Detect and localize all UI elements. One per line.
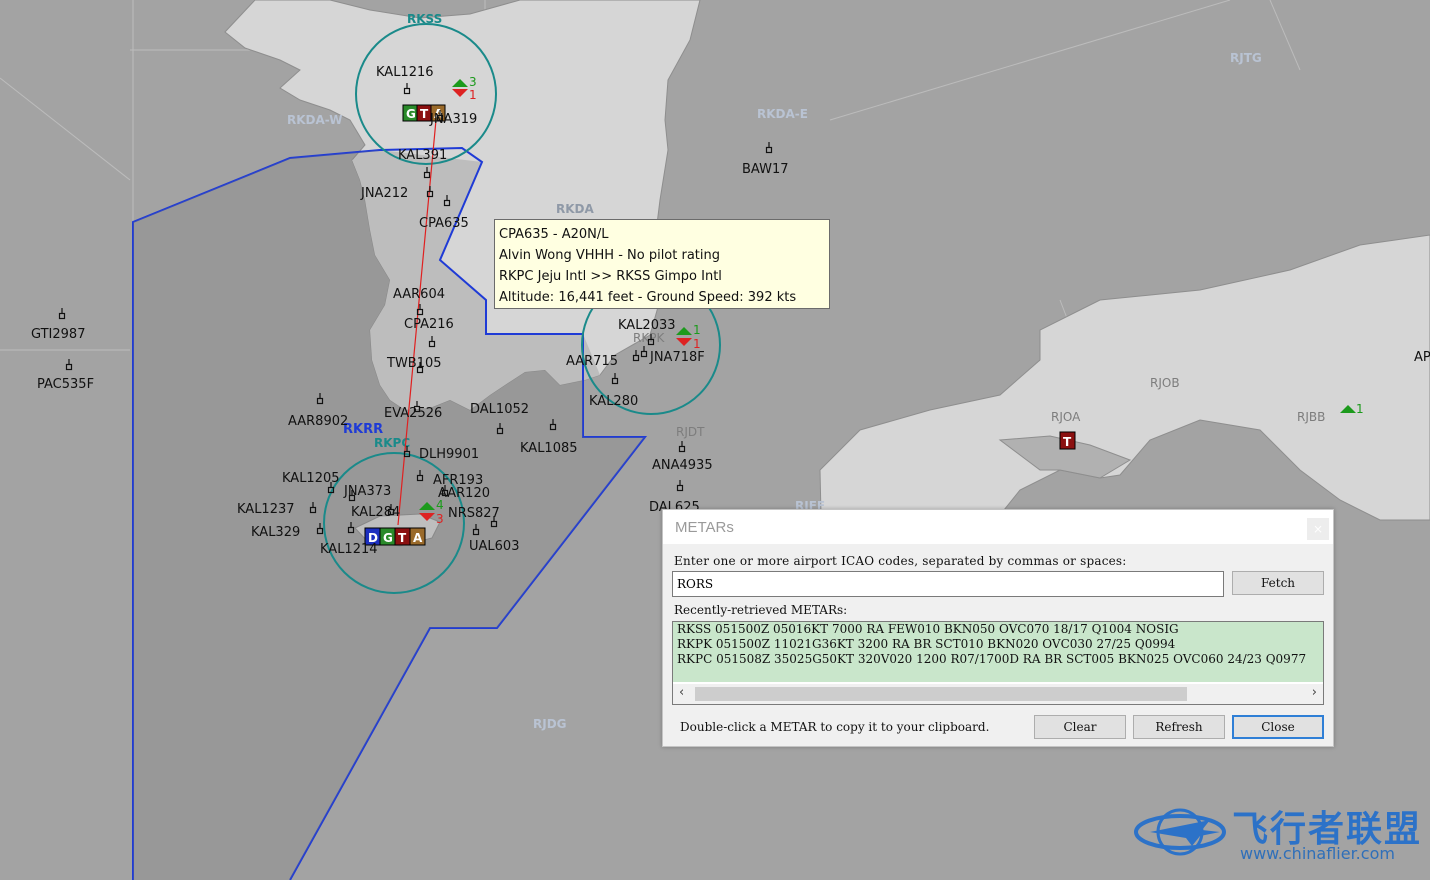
rkss-arrivals-count: 3 [469, 75, 477, 89]
aircraft-callsign[interactable]: KAL1214 [320, 542, 378, 557]
metar-row-rkpk[interactable]: RKPK 051500Z 11021G36KT 3200 RA BR SCT01… [673, 637, 1323, 652]
rjoa-traffic: T [1059, 431, 1076, 450]
aircraft-callsign[interactable]: KAL1216 [376, 65, 434, 80]
aircraft-callsign[interactable]: CPA635 [419, 216, 469, 231]
airport-label-rjob: RJOB [1150, 376, 1180, 390]
aircraft-jna319[interactable]: JNA319 [429, 110, 477, 127]
aircraft-callsign[interactable]: KAL1237 [237, 502, 295, 517]
ground-badge-letter: G [406, 107, 416, 121]
scrollbar-thumb[interactable] [695, 687, 1187, 701]
aircraft-callsign[interactable]: TWB105 [386, 356, 442, 371]
sector-label-rkda-e: RKDA-E [757, 107, 808, 121]
chinaflier-watermark: 飞行者联盟 www.chinaflier.com [1130, 798, 1420, 868]
aircraft-twb105[interactable]: TWB105 [386, 356, 442, 374]
aircraft-callsign[interactable]: KAL329 [251, 525, 300, 540]
aircraft-callsign[interactable]: KAL2033 [618, 318, 676, 333]
airport-label-rjoa: RJOA [1051, 410, 1081, 424]
aircraft-callsign[interactable]: GTI2987 [31, 327, 85, 342]
aircraft-callsign[interactable]: JNA373 [343, 484, 391, 499]
aircraft-callsign[interactable]: EVA2526 [384, 406, 442, 421]
sector-label-rjtg: RJTG [1230, 51, 1262, 65]
tower-badge-letter: T [1063, 435, 1072, 449]
rjbb-arrivals-count: 1 [1356, 402, 1364, 416]
sector-label-rkda-w: RKDA-W [287, 113, 342, 127]
aircraft-jna373[interactable]: JNA373 [343, 484, 391, 502]
flight-tooltip: CPA635 - A20N/L Alvin Wong VHHH - No pil… [494, 219, 830, 309]
tooltip-pilot: Alvin Wong VHHH - No pilot rating [499, 248, 721, 263]
aircraft-callsign[interactable]: AAR604 [393, 287, 445, 302]
metar-copy-hint: Double-click a METAR to copy it to your … [680, 720, 990, 734]
aircraft-aar120[interactable]: AAR120 [438, 485, 490, 501]
aircraft-callsign[interactable]: JNA319 [429, 112, 477, 127]
aircraft-callsign[interactable]: ANA4935 [652, 458, 713, 473]
sector-label-ap: AP [1414, 350, 1430, 365]
atis-badge-letter: A [413, 531, 423, 545]
aircraft-kal284[interactable]: KAL284 [351, 504, 400, 520]
aircraft-callsign[interactable]: JNA718F [649, 350, 705, 365]
airport-label-rjdt: RJDT [676, 425, 705, 439]
aircraft-callsign[interactable]: KAL391 [398, 148, 447, 163]
metar-title: METARs [675, 519, 734, 536]
metar-dialog: METARs × Enter one or more airport ICAO … [662, 509, 1334, 747]
rkpk-arrivals-count: 1 [693, 323, 701, 337]
scroll-right-icon[interactable]: › [1312, 685, 1317, 700]
icao-input[interactable] [672, 571, 1224, 597]
aircraft-callsign[interactable]: KAL1085 [520, 441, 578, 456]
aircraft-callsign[interactable]: KAL284 [351, 505, 400, 520]
refresh-button[interactable]: Refresh [1133, 715, 1225, 739]
rkpk-departures-count: 1 [693, 337, 701, 351]
aircraft-callsign[interactable]: DAL1052 [470, 402, 529, 417]
scroll-left-icon[interactable]: ‹ [679, 685, 684, 700]
aircraft-callsign[interactable]: KAL1205 [282, 471, 340, 486]
airport-label-rjbb: RJBB [1297, 410, 1325, 424]
rkss-departures-count: 1 [469, 88, 477, 102]
tooltip-callsign-type: CPA635 - A20N/L [499, 227, 609, 242]
ground-badge-letter: G [383, 531, 393, 545]
aircraft-callsign[interactable]: NRS827 [448, 506, 500, 521]
airport-label-rkpk: RKPK [633, 331, 665, 345]
tooltip-altitude-speed: Altitude: 16,441 feet - Ground Speed: 39… [499, 290, 797, 305]
clear-button[interactable]: Clear [1034, 715, 1126, 739]
metar-titlebar[interactable]: METARs × [663, 510, 1333, 544]
metar-row-rkss[interactable]: RKSS 051500Z 05016KT 7000 RA FEW010 BKN0… [673, 622, 1323, 637]
aircraft-callsign[interactable]: DLH9901 [419, 447, 479, 462]
close-button[interactable]: Close [1232, 715, 1324, 739]
aircraft-callsign[interactable]: JNA212 [360, 186, 408, 201]
aircraft-callsign[interactable]: AAR715 [566, 354, 618, 369]
metar-list[interactable]: RKSS 051500Z 05016KT 7000 RA FEW010 BKN0… [672, 621, 1324, 705]
aircraft-callsign[interactable]: AAR120 [438, 486, 490, 501]
sector-label-rkrr: RKRR [343, 422, 383, 437]
fetch-button[interactable]: Fetch [1232, 571, 1324, 595]
tower-badge-letter: T [420, 107, 429, 121]
aircraft-callsign[interactable]: AAR8902 [288, 414, 348, 429]
aircraft-callsign[interactable]: BAW17 [742, 162, 789, 177]
metar-instructions: Enter one or more airport ICAO codes, se… [674, 554, 1127, 568]
rkpc-departures-count: 3 [436, 512, 444, 526]
close-icon[interactable]: × [1307, 518, 1329, 540]
radar-map[interactable]: RKSS RKDA-W RKDA-E RKDA RJTG RKRR RKPK R… [0, 0, 1430, 880]
recent-metars-label: Recently-retrieved METARs: [674, 603, 848, 617]
aircraft-callsign[interactable]: KAL280 [589, 394, 638, 409]
tooltip-route: RKPC Jeju Intl >> RKSS Gimpo Intl [499, 269, 722, 284]
plane-logo-icon [1134, 808, 1226, 856]
tower-badge-letter: T [398, 531, 407, 545]
watermark-url: www.chinaflier.com [1240, 844, 1395, 863]
aircraft-callsign[interactable]: CPA216 [404, 317, 454, 332]
sector-label-rjdg: RJDG [533, 717, 567, 731]
horizontal-scrollbar[interactable]: ‹ › [673, 684, 1323, 704]
aircraft-callsign[interactable]: UAL603 [469, 539, 519, 554]
metar-row-rkpc[interactable]: RKPC 051508Z 35025G50KT 320V020 1200 R07… [673, 652, 1323, 667]
aircraft-callsign[interactable]: PAC535F [37, 377, 94, 392]
sector-label-rkda: RKDA [556, 202, 595, 216]
